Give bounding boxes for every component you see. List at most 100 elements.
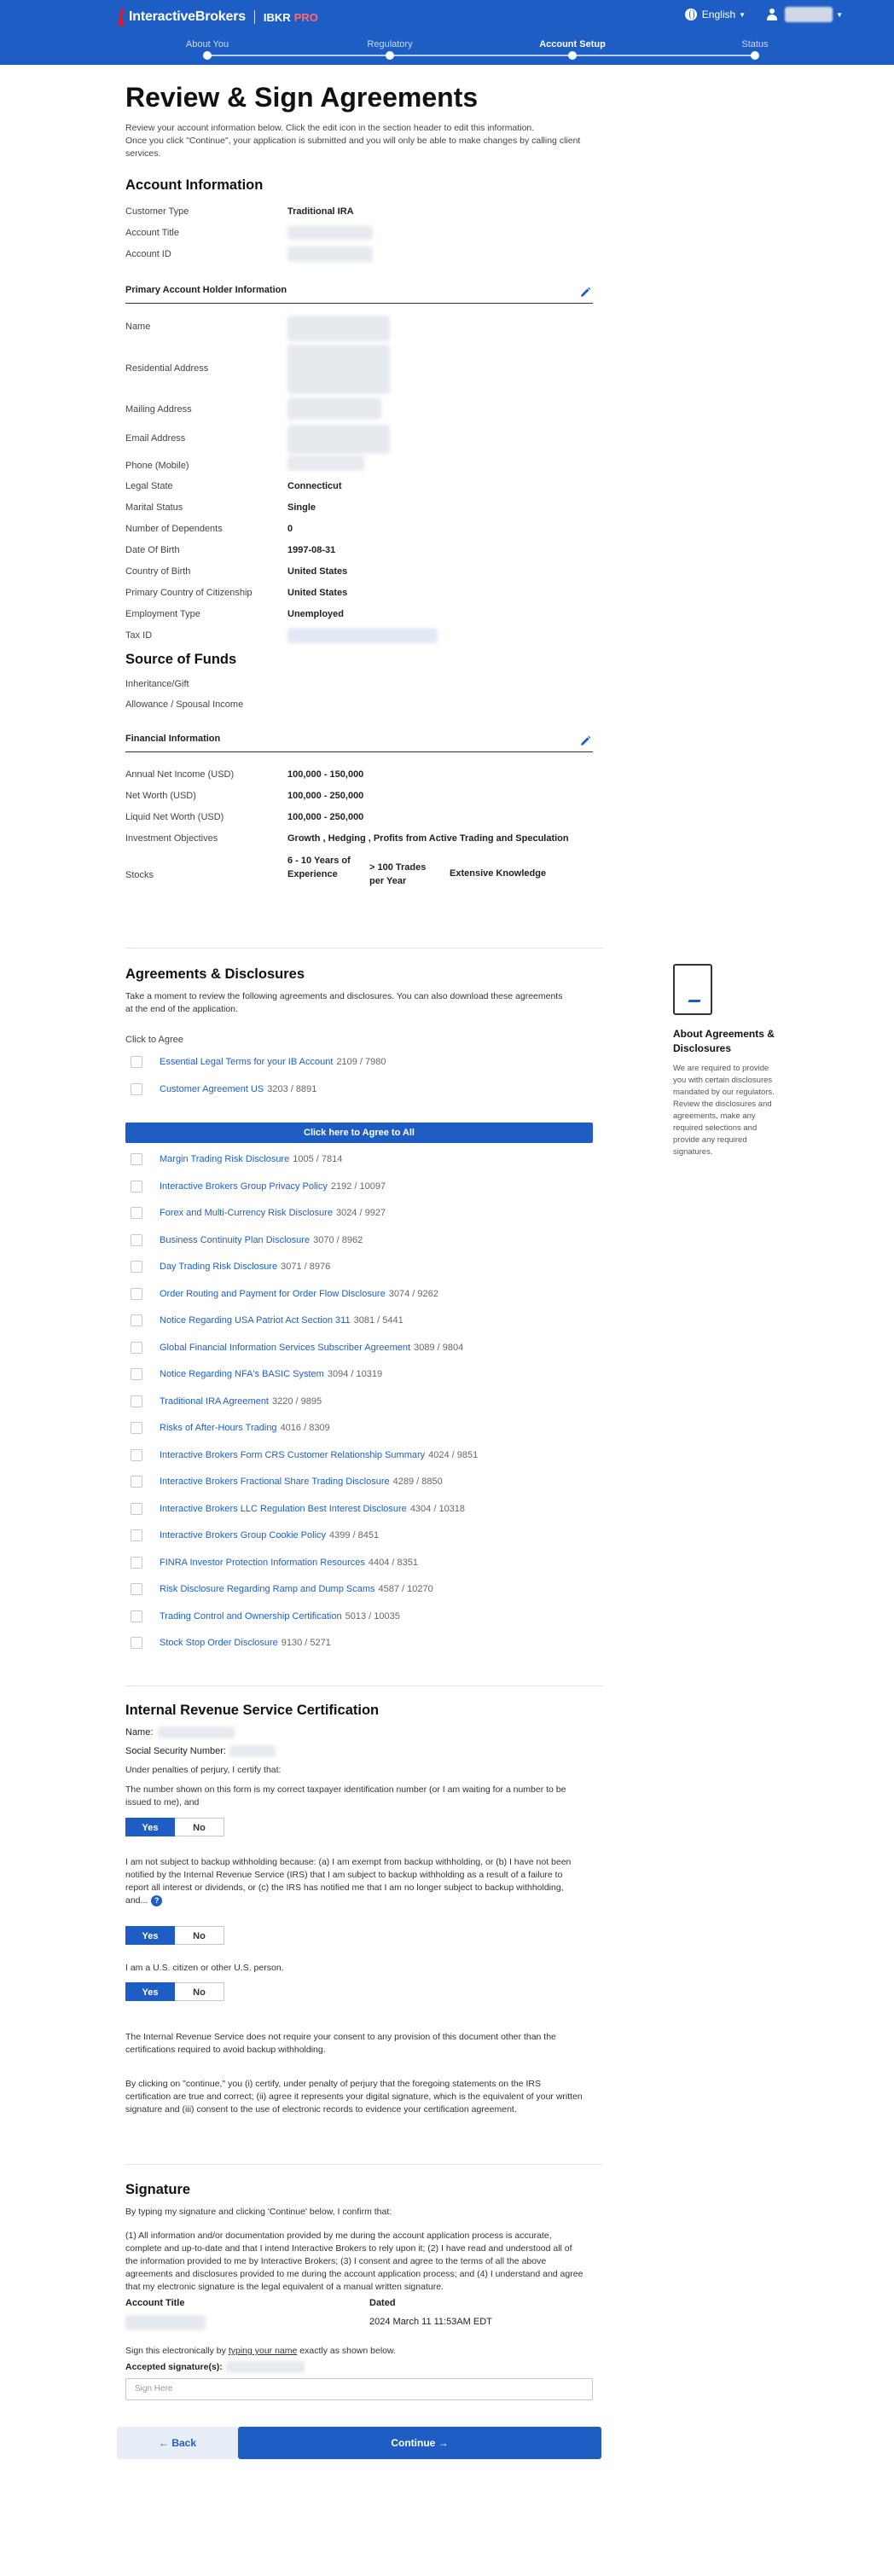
agreement-checkbox[interactable] xyxy=(131,1556,142,1569)
agreement-link[interactable]: Forex and Multi-Currency Risk Disclosure xyxy=(160,1208,333,1218)
name-label: Name xyxy=(125,322,151,332)
agreements-heading: Agreements & Disclosures xyxy=(125,966,305,982)
edit-pencil-icon[interactable] xyxy=(579,735,591,747)
agreement-checkbox[interactable] xyxy=(131,1180,142,1192)
agreement-checkbox[interactable] xyxy=(131,1341,142,1354)
irs-q3-no-button[interactable]: No xyxy=(175,1982,224,2001)
employment-value: Unemployed xyxy=(287,609,345,619)
stocks-label: Stocks xyxy=(125,870,154,880)
agreement-checkbox[interactable] xyxy=(131,1502,142,1515)
agreement-form-code: 3074 / 9262 xyxy=(388,1288,438,1299)
sidebar-text: We are required to provide you with cert… xyxy=(673,1064,775,1157)
employment-label: Employment Type xyxy=(125,609,200,619)
user-name-redacted[interactable] xyxy=(785,7,833,22)
agreement-checkbox[interactable] xyxy=(131,1529,142,1541)
agreement-checkbox[interactable] xyxy=(131,1056,142,1068)
irs-q1-no-button[interactable]: No xyxy=(175,1818,224,1836)
agreement-checkbox[interactable] xyxy=(131,1583,142,1595)
agreement-link[interactable]: Interactive Brokers Fractional Share Tra… xyxy=(160,1477,390,1487)
agreement-form-code: 5013 / 10035 xyxy=(345,1610,400,1622)
agreement-item: Margin Trading Risk Disclosure 1005 / 781… xyxy=(131,1151,342,1168)
net-worth-label: Net Worth (USD) xyxy=(125,791,196,801)
account-title-redacted xyxy=(287,226,373,240)
chevron-down-icon[interactable]: ▼ xyxy=(739,11,746,19)
agreement-checkbox[interactable] xyxy=(131,1233,142,1246)
irs-q2-no-button[interactable]: No xyxy=(175,1926,224,1945)
ssn-redacted xyxy=(229,1745,276,1757)
irs-q1-toggle: Yes No xyxy=(125,1818,224,1836)
irs-q3-yes-button[interactable]: Yes xyxy=(125,1982,175,2001)
back-button[interactable]: ← Back xyxy=(117,2427,238,2459)
arrow-right-icon: → xyxy=(438,2437,449,2449)
agreement-link[interactable]: Traditional IRA Agreement xyxy=(160,1396,269,1407)
agreement-item: Trading Control and Ownership Certificat… xyxy=(131,1608,400,1625)
agreement-checkbox[interactable] xyxy=(131,1637,142,1649)
agreement-checkbox[interactable] xyxy=(131,1287,142,1300)
agreement-link[interactable]: Stock Stop Order Disclosure xyxy=(160,1638,278,1648)
logo-divider xyxy=(253,10,255,24)
agreement-link[interactable]: Interactive Brokers Group Privacy Policy xyxy=(160,1181,328,1192)
help-icon[interactable]: ? xyxy=(151,1895,163,1906)
legal-state-value: Connecticut xyxy=(287,481,342,491)
marital-status-value: Single xyxy=(287,502,316,513)
edit-pencil-icon[interactable] xyxy=(579,287,591,299)
agreement-link[interactable]: Risk Disclosure Regarding Ramp and Dump … xyxy=(160,1584,374,1594)
step-about-you: About You xyxy=(185,39,229,49)
agreement-link[interactable]: Interactive Brokers LLC Regulation Best … xyxy=(160,1504,407,1514)
agreement-link[interactable]: Global Financial Information Services Su… xyxy=(160,1343,410,1353)
agreement-checkbox[interactable] xyxy=(131,1368,142,1380)
residential-address-redacted xyxy=(287,345,390,394)
sign-instr-pre: Sign this electronically by xyxy=(125,2346,229,2356)
interactive-brokers-logo[interactable]: InteractiveBrokers IBKR PRO xyxy=(116,8,318,26)
agreement-item: Risk Disclosure Regarding Ramp and Dump … xyxy=(131,1581,433,1598)
agreement-checkbox[interactable] xyxy=(131,1314,142,1326)
agreement-checkbox[interactable] xyxy=(131,1610,142,1622)
agreement-checkbox[interactable] xyxy=(131,1422,142,1434)
agreement-checkbox[interactable] xyxy=(131,1448,142,1461)
agreement-checkbox[interactable] xyxy=(131,1395,142,1407)
agreement-checkbox[interactable] xyxy=(131,1082,142,1095)
chevron-down-icon[interactable]: ▼ xyxy=(836,11,843,19)
agreement-checkbox[interactable] xyxy=(131,1476,142,1488)
agreement-link[interactable]: Order Routing and Payment for Order Flow… xyxy=(160,1289,386,1299)
agreement-checkbox[interactable] xyxy=(131,1153,142,1165)
agreement-form-code: 4304 / 10318 xyxy=(409,1503,466,1514)
agreement-link[interactable]: Day Trading Risk Disclosure xyxy=(160,1262,277,1272)
signature-input[interactable]: Sign Here xyxy=(125,2378,593,2400)
customer-type-label: Customer Type xyxy=(125,206,189,217)
agreement-link[interactable]: FINRA Investor Protection Information Re… xyxy=(160,1558,365,1568)
agreement-checkbox[interactable] xyxy=(131,1207,142,1219)
primary-holder-heading: Primary Account Holder Information xyxy=(125,285,287,295)
agreement-link[interactable]: Risks of After-Hours Trading xyxy=(160,1423,277,1433)
account-id-redacted xyxy=(287,247,373,262)
agreement-form-code: 3024 / 9927 xyxy=(335,1208,386,1218)
agreement-link[interactable]: Interactive Brokers Group Cookie Policy xyxy=(160,1530,326,1540)
agreement-link[interactable]: Essential Legal Terms for your IB Accoun… xyxy=(160,1057,333,1067)
agreement-link[interactable]: Trading Control and Ownership Certificat… xyxy=(160,1611,342,1622)
irs-q2-yes-button[interactable]: Yes xyxy=(125,1926,175,1945)
agreement-link[interactable]: Notice Regarding USA Patriot Act Section… xyxy=(160,1315,351,1326)
globe-icon xyxy=(684,9,697,20)
phone-label: Phone (Mobile) xyxy=(125,461,189,471)
financial-information-header: Financial Information xyxy=(125,734,593,752)
agreement-checkbox[interactable] xyxy=(131,1261,142,1273)
account-id-label: Account ID xyxy=(125,249,171,259)
source-of-funds-item: Inheritance/Gift xyxy=(125,679,189,689)
user-icon[interactable] xyxy=(766,9,778,20)
sign-instr-link[interactable]: typing your name xyxy=(229,2346,298,2356)
irs-q1-yes-button[interactable]: Yes xyxy=(125,1818,175,1836)
agreement-item: Customer Agreement US 3203 / 8891 xyxy=(131,1081,316,1098)
agreement-link[interactable]: Business Continuity Plan Disclosure xyxy=(160,1235,310,1245)
agreement-link[interactable]: Interactive Brokers Form CRS Customer Re… xyxy=(160,1450,425,1460)
agreement-link[interactable]: Notice Regarding NFA's BASIC System xyxy=(160,1369,324,1379)
agreement-link[interactable]: Customer Agreement US xyxy=(160,1084,264,1094)
language-selector[interactable]: English xyxy=(702,9,735,20)
agreement-item: FINRA Investor Protection Information Re… xyxy=(131,1554,418,1571)
residential-address-label: Residential Address xyxy=(125,363,209,374)
irs-name-label: Name: xyxy=(125,1727,154,1738)
legal-state-label: Legal State xyxy=(125,481,173,491)
continue-button[interactable]: Continue → xyxy=(238,2427,601,2459)
agreement-link[interactable]: Margin Trading Risk Disclosure xyxy=(160,1154,289,1164)
agreement-item: Interactive Brokers Group Privacy Policy… xyxy=(131,1178,386,1195)
agree-to-all-button[interactable]: Click here to Agree to All xyxy=(125,1123,593,1143)
